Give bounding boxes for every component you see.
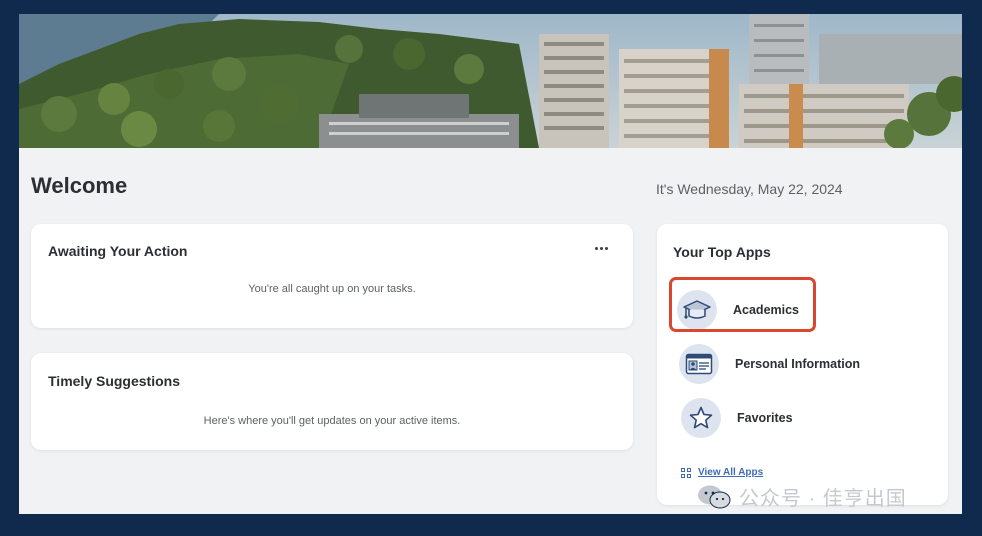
view-all-apps-link[interactable]: View All Apps — [681, 467, 763, 478]
campus-banner-image — [19, 14, 962, 148]
star-icon — [681, 398, 721, 438]
grid-icon — [681, 467, 691, 478]
top-apps-title: Your Top Apps — [673, 244, 771, 260]
graduation-cap-icon — [677, 290, 717, 330]
app-personal-information[interactable]: Personal Information — [679, 344, 860, 384]
timely-suggestions-card: Timely Suggestions Here's where you'll g… — [31, 353, 633, 450]
more-horizontal-icon — [594, 246, 598, 250]
app-academics-label: Academics — [733, 303, 800, 317]
current-date: It's Wednesday, May 22, 2024 — [656, 181, 843, 197]
awaiting-action-card: Awaiting Your Action You're all caught u… — [31, 224, 633, 328]
workday-home-frame: Welcome It's Wednesday, May 22, 2024 Awa… — [19, 14, 962, 514]
page-title: Welcome — [31, 173, 128, 198]
top-apps-card: Your Top Apps Academics Personal Informa… — [657, 224, 948, 505]
view-all-apps-label: View All Apps — [698, 467, 764, 478]
app-personal-information-label: Personal Information — [735, 357, 861, 371]
more-dot — [604, 246, 608, 250]
id-card-icon — [679, 344, 719, 384]
more-dot — [599, 246, 603, 250]
timely-suggestions-message: Here's where you'll get updates on your … — [203, 415, 461, 427]
timely-suggestions-title: Timely Suggestions — [48, 373, 180, 389]
more-options-button[interactable] — [589, 238, 613, 258]
app-academics[interactable]: Academics — [677, 290, 799, 330]
awaiting-action-title: Awaiting Your Action — [48, 243, 188, 259]
app-favorites-label: Favorites — [737, 411, 793, 425]
app-favorites[interactable]: Favorites — [681, 398, 793, 438]
awaiting-action-message: You're all caught up on your tasks. — [248, 283, 416, 295]
